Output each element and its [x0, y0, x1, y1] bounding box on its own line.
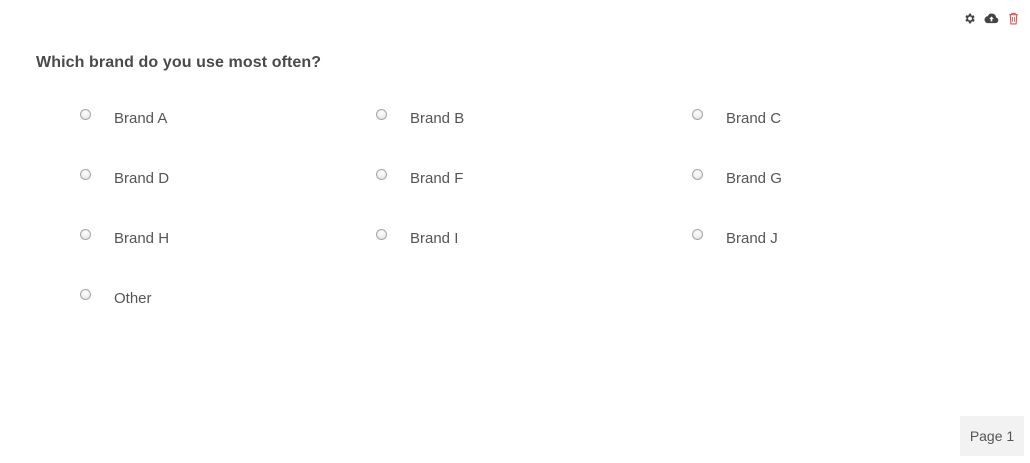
- radio-button[interactable]: [692, 169, 703, 180]
- radio-button[interactable]: [80, 289, 91, 300]
- radio-button[interactable]: [376, 169, 387, 180]
- radio-button[interactable]: [80, 169, 91, 180]
- radio-button[interactable]: [692, 109, 703, 120]
- options-grid: Brand A Brand B Brand C Brand D Brand F …: [0, 0, 1030, 463]
- radio-button[interactable]: [376, 229, 387, 240]
- option-label: Brand H: [114, 230, 170, 247]
- radio-button[interactable]: [80, 229, 91, 240]
- option-label: Other: [114, 290, 152, 307]
- radio-button[interactable]: [80, 109, 91, 120]
- option-label: Brand A: [114, 110, 168, 127]
- radio-button[interactable]: [692, 229, 703, 240]
- page-indicator: Page 1: [960, 416, 1024, 456]
- option-label: Brand D: [114, 170, 170, 187]
- option-label: Brand F: [410, 170, 464, 187]
- radio-button[interactable]: [376, 109, 387, 120]
- option-label: Brand C: [726, 110, 782, 127]
- option-label: Brand I: [410, 230, 459, 247]
- option-label: Brand J: [726, 230, 778, 247]
- option-label: Brand B: [410, 110, 465, 127]
- option-label: Brand G: [726, 170, 782, 187]
